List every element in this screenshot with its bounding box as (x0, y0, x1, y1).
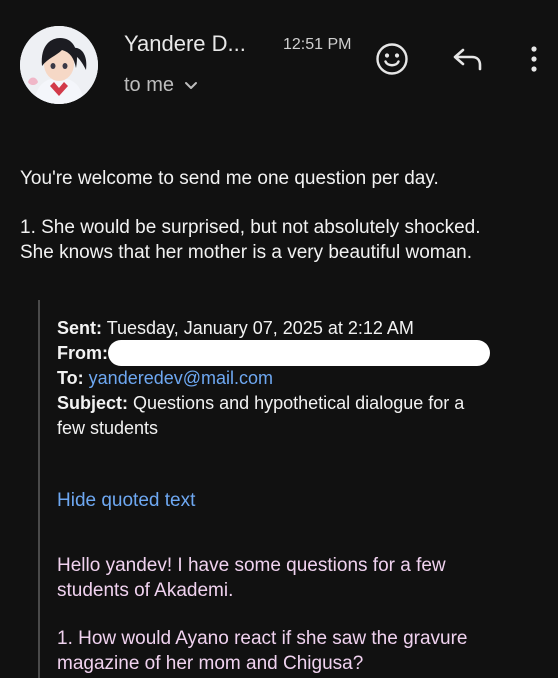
quoted-body-line-4: magazine of her mom and Chigusa? (57, 653, 364, 674)
quoted-body-line-1: Hello yandev! I have some questions for … (57, 555, 446, 576)
redaction-mark (108, 340, 490, 366)
subject-value: Questions and hypothetical dialogue for … (133, 393, 465, 413)
message-time: 12:51 PM (283, 36, 352, 53)
message-line-1: You're welcome to send me one question p… (20, 168, 439, 189)
to-email-link[interactable]: yanderedev@mail.com (89, 368, 273, 388)
message-line-2: 1. She would be surprised, but not absol… (20, 217, 481, 238)
to-label: To: (57, 368, 84, 388)
email-header: Yandere D... 12:51 PM to me (0, 0, 558, 130)
quote-divider (38, 300, 40, 678)
quoted-body-line-3: 1. How would Ayano react if she saw the … (57, 628, 468, 649)
sender-name[interactable]: Yandere D... (124, 31, 246, 57)
quoted-sent-row: Sent: Tuesday, January 07, 2025 at 2:12 … (57, 316, 537, 341)
emoji-icon[interactable] (375, 42, 409, 76)
sent-label: Sent: (57, 318, 102, 338)
recipient-toggle[interactable]: to me (124, 74, 198, 97)
chevron-down-icon (184, 74, 198, 97)
quoted-to-row: To: yanderedev@mail.com (57, 366, 537, 391)
recipient-label: to me (124, 74, 175, 96)
quoted-subject-row: Subject: Questions and hypothetical dial… (57, 391, 537, 416)
sender-avatar[interactable] (20, 26, 98, 104)
sent-value: Tuesday, January 07, 2025 at 2:12 AM (106, 318, 414, 338)
quoted-subject-continuation: few students (57, 418, 159, 438)
more-vert-icon[interactable] (524, 42, 544, 76)
subject-label: Subject: (57, 393, 129, 413)
message-line-3: She knows that her mother is a very beau… (20, 242, 473, 263)
hide-quoted-text-link[interactable]: Hide quoted text (57, 490, 195, 512)
from-label: From: (57, 343, 108, 363)
reply-icon[interactable] (452, 45, 484, 73)
quoted-body-line-2: students of Akademi. (57, 580, 234, 601)
